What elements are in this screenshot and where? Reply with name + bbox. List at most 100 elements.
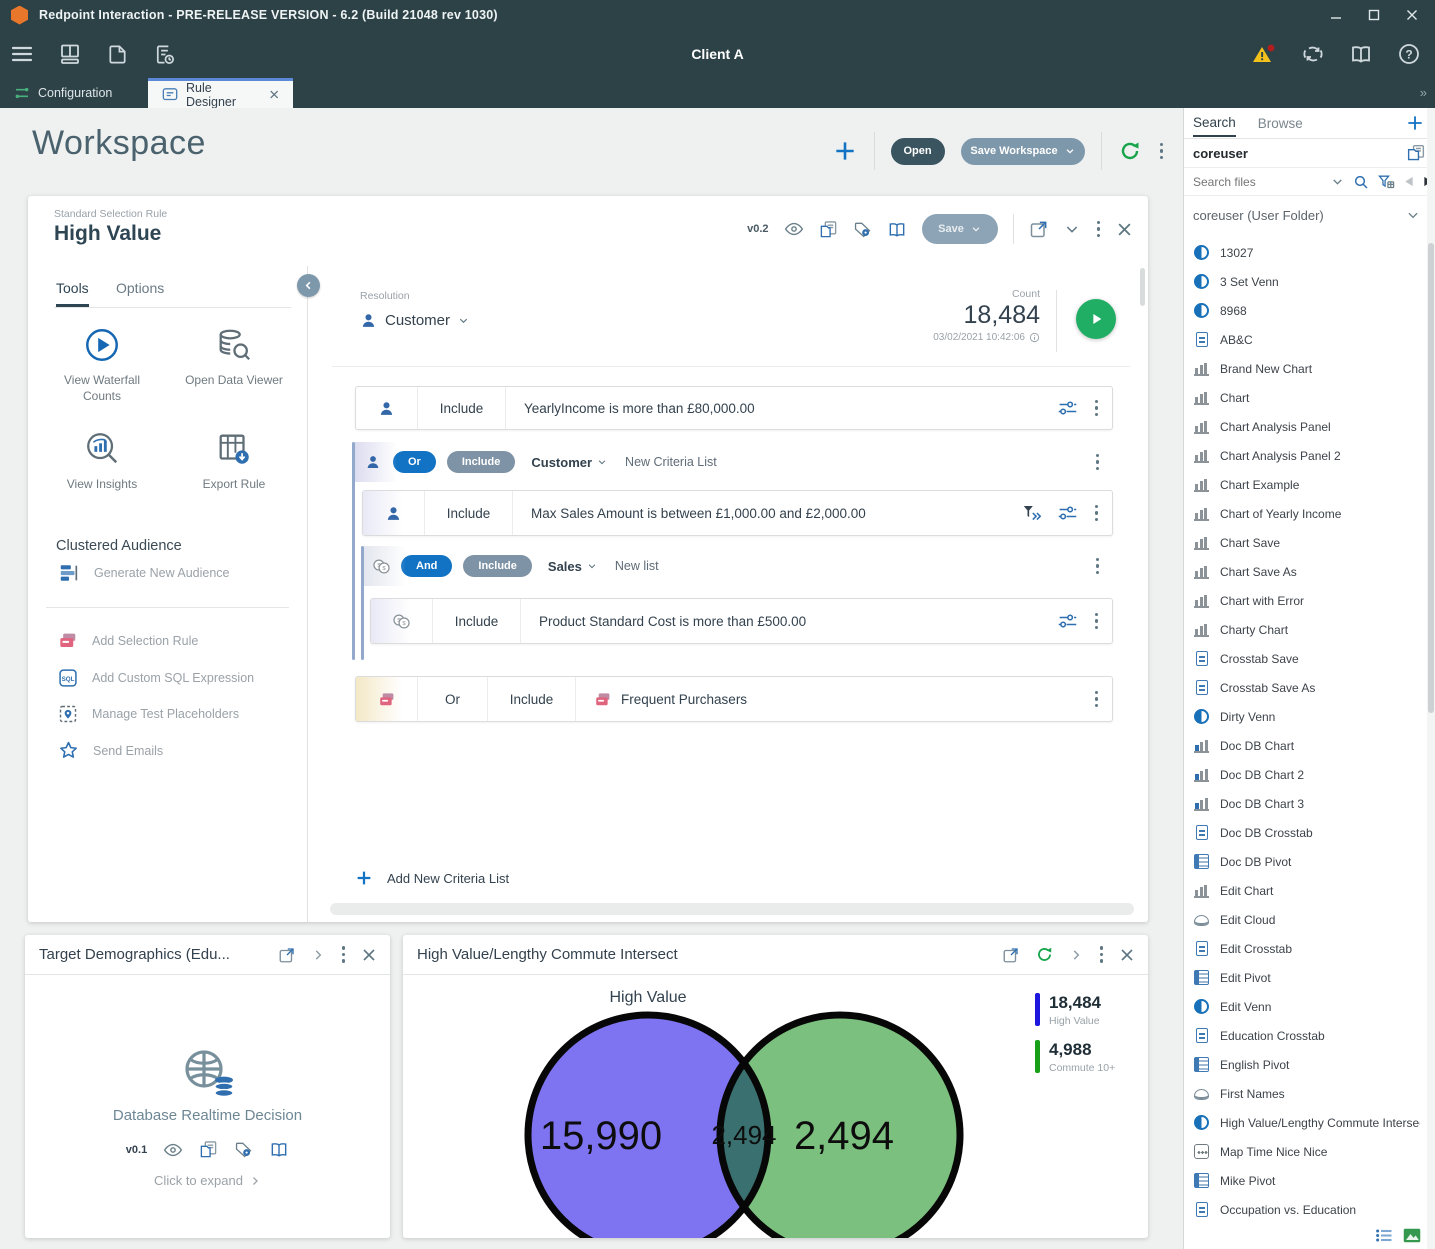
- tab-tools[interactable]: Tools: [56, 280, 89, 307]
- bool-operator[interactable]: Or: [418, 677, 488, 721]
- minimize-button[interactable]: [1321, 3, 1351, 27]
- workspace-menu-icon[interactable]: [1158, 141, 1166, 162]
- refresh-icon[interactable]: [1035, 945, 1054, 964]
- list-item[interactable]: Brand New Chart: [1184, 354, 1420, 383]
- list-item[interactable]: Map Time Nice Nice: [1184, 1137, 1420, 1166]
- close-rule-icon[interactable]: [1117, 222, 1132, 237]
- include-pill[interactable]: Include: [463, 555, 532, 577]
- edit-criteria-sliders-icon[interactable]: [1057, 399, 1078, 417]
- group-name[interactable]: New Criteria List: [625, 455, 717, 469]
- open-button[interactable]: Open: [891, 138, 945, 165]
- criteria-row[interactable]: Include YearlyIncome is more than £80,00…: [355, 386, 1113, 430]
- list-item[interactable]: Chart Analysis Panel: [1184, 412, 1420, 441]
- bool-operator-pill[interactable]: And: [401, 555, 452, 577]
- list-item[interactable]: Doc DB Chart: [1184, 731, 1420, 760]
- export-rule-button[interactable]: Export Rule: [168, 424, 300, 528]
- tab-overflow-icon[interactable]: »: [1420, 85, 1425, 100]
- chevron-right-icon[interactable]: [1069, 948, 1083, 962]
- edit-criteria-sliders-icon[interactable]: [1057, 612, 1078, 630]
- list-item[interactable]: Chart of Yearly Income: [1184, 499, 1420, 528]
- criteria-text[interactable]: Product Standard Cost is more than £500.…: [521, 614, 1057, 629]
- rule-menu-icon[interactable]: [1095, 219, 1103, 240]
- chevron-right-icon[interactable]: [311, 948, 325, 962]
- thumbnail-view-icon[interactable]: [1403, 1228, 1421, 1243]
- close-window-button[interactable]: [1397, 3, 1427, 27]
- criteria-menu-icon[interactable]: [1093, 398, 1101, 419]
- criteria-menu-icon[interactable]: [1093, 503, 1101, 524]
- notes-book-icon[interactable]: [269, 1141, 289, 1158]
- manage-test-placeholders-button[interactable]: Manage Test Placeholders: [58, 704, 239, 724]
- filter-fastforward-icon[interactable]: [1022, 504, 1042, 522]
- sidebar-tab-browse[interactable]: Browse: [1258, 110, 1303, 136]
- open-in-window-icon[interactable]: [278, 946, 296, 964]
- group-entity-dropdown[interactable]: Customer: [531, 455, 607, 470]
- list-item[interactable]: Doc DB Chart 2: [1184, 760, 1420, 789]
- list-item[interactable]: 8968: [1184, 296, 1420, 325]
- close-panel-icon[interactable]: [1120, 948, 1134, 962]
- group-name[interactable]: New list: [615, 559, 659, 573]
- open-in-window-icon[interactable]: [1029, 219, 1049, 239]
- documentation-book-icon[interactable]: [1349, 42, 1373, 66]
- duplicate-icon[interactable]: [819, 220, 838, 239]
- list-item[interactable]: Charty Chart: [1184, 615, 1420, 644]
- list-item[interactable]: Doc DB Chart 3: [1184, 789, 1420, 818]
- list-item[interactable]: 13027: [1184, 238, 1420, 267]
- collapse-sidebar-button[interactable]: [297, 274, 320, 297]
- refresh-icon[interactable]: [1118, 139, 1142, 163]
- list-item[interactable]: Education Crosstab: [1184, 1021, 1420, 1050]
- criteria-menu-icon[interactable]: [1093, 611, 1101, 632]
- list-item[interactable]: Chart with Error: [1184, 586, 1420, 615]
- list-item[interactable]: Mike Pivot: [1184, 1166, 1420, 1195]
- list-item[interactable]: Chart Analysis Panel 2: [1184, 441, 1420, 470]
- tab-options[interactable]: Options: [116, 280, 164, 296]
- tag-icon[interactable]: [234, 1141, 253, 1158]
- add-workspace-item-icon[interactable]: [832, 138, 858, 164]
- list-view-icon[interactable]: [1375, 1228, 1393, 1243]
- search-icon[interactable]: [1353, 174, 1369, 190]
- list-item[interactable]: Edit Crosstab: [1184, 934, 1420, 963]
- list-item[interactable]: 3 Set Venn: [1184, 267, 1420, 296]
- list-item[interactable]: Chart Save As: [1184, 557, 1420, 586]
- criteria-op[interactable]: Include: [488, 677, 576, 721]
- add-custom-sql-button[interactable]: SQL Add Custom SQL Expression: [58, 668, 254, 688]
- view-waterfall-counts-button[interactable]: View Waterfall Counts: [36, 320, 168, 424]
- search-options-chevron-icon[interactable]: [1331, 175, 1344, 188]
- tab-configuration[interactable]: Configuration: [0, 78, 126, 108]
- open-data-viewer-button[interactable]: Open Data Viewer: [168, 320, 300, 424]
- list-item[interactable]: Doc DB Crosstab: [1184, 818, 1420, 847]
- notes-book-icon[interactable]: [887, 221, 907, 238]
- criteria-row[interactable]: Include Max Sales Amount is between £1,0…: [362, 490, 1113, 536]
- folder-group-header[interactable]: coreuser (User Folder): [1184, 196, 1435, 234]
- group-entity-dropdown[interactable]: Sales: [548, 559, 597, 574]
- sync-icon[interactable]: [1301, 42, 1325, 66]
- list-item[interactable]: Edit Cloud: [1184, 905, 1420, 934]
- folder-collapse-chevron-icon[interactable]: [1406, 208, 1426, 222]
- preview-eye-icon[interactable]: [784, 221, 804, 237]
- list-item[interactable]: Crosstab Save As: [1184, 673, 1420, 702]
- search-files-input[interactable]: [1193, 175, 1323, 189]
- criteria-row[interactable]: $$ Include Product Standard Cost is more…: [370, 598, 1113, 644]
- tab-close-icon[interactable]: [269, 89, 279, 100]
- group-menu-icon[interactable]: [1094, 452, 1102, 473]
- sidebar-tab-search[interactable]: Search: [1193, 109, 1236, 137]
- search-input[interactable]: [1193, 146, 1383, 161]
- criteria-text[interactable]: Max Sales Amount is between £1,000.00 an…: [513, 506, 1022, 521]
- edit-criteria-sliders-icon[interactable]: [1057, 504, 1078, 522]
- criteria-row[interactable]: Or Include Frequent Purchasers: [355, 676, 1113, 722]
- criteria-text[interactable]: YearlyIncome is more than £80,000.00: [506, 401, 1057, 416]
- help-icon[interactable]: ?: [1397, 42, 1421, 66]
- tag-icon[interactable]: [853, 221, 872, 238]
- criteria-text[interactable]: Frequent Purchasers: [576, 692, 1093, 707]
- criteria-horizontal-scrollbar[interactable]: [330, 903, 1134, 915]
- sidebar-add-icon[interactable]: [1405, 113, 1425, 133]
- add-new-criteria-list-button[interactable]: Add New Criteria List: [355, 869, 509, 887]
- collapse-panel-chevron-icon[interactable]: [1064, 221, 1080, 237]
- group-menu-icon[interactable]: [1094, 556, 1102, 577]
- info-icon[interactable]: [1029, 332, 1040, 343]
- criteria-op[interactable]: Include: [425, 491, 513, 535]
- list-item[interactable]: Edit Venn: [1184, 992, 1420, 1021]
- run-count-button[interactable]: [1076, 299, 1116, 339]
- add-selection-rule-button[interactable]: Add Selection Rule: [58, 632, 198, 649]
- resolution-dropdown[interactable]: Customer: [360, 312, 469, 329]
- list-item[interactable]: Chart: [1184, 383, 1420, 412]
